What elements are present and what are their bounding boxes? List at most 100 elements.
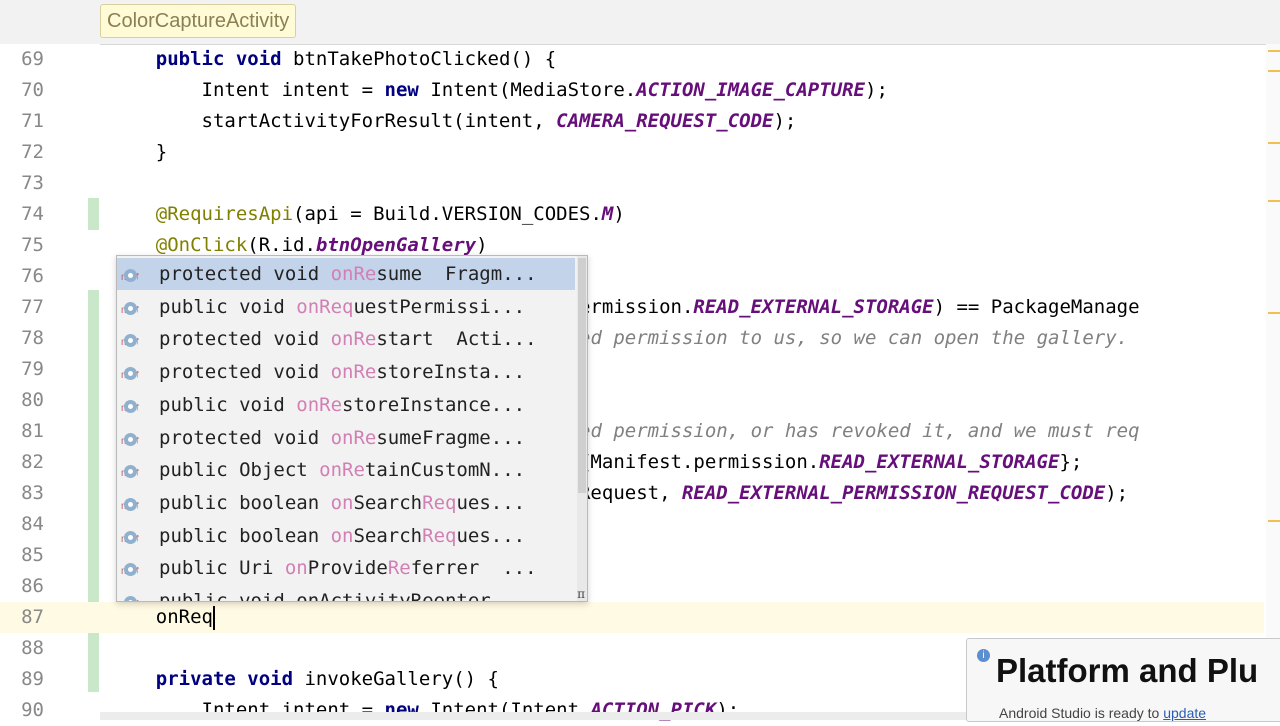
completion-token: sume Fragm... <box>376 263 537 285</box>
code-token: (api = Build.VERSION_CODES. <box>293 203 602 225</box>
code-token: invokeGallery() { <box>304 668 499 690</box>
completion-label: public boolean onSearchReques... <box>159 487 525 519</box>
code-text[interactable]: Intent intent = new Intent(MediaStore.AC… <box>110 75 888 106</box>
completion-token: ferrer ... <box>410 557 537 580</box>
line-number: 83 <box>21 482 44 504</box>
breadcrumb-class[interactable]: ColorCaptureActivity <box>100 4 297 38</box>
method-override-icon: m↑ <box>121 397 141 415</box>
code-line[interactable]: 72 } <box>0 137 1264 168</box>
completion-item[interactable]: m↑ protected void onResumeFragme... <box>117 422 575 454</box>
code-token: ) == PackageManage <box>933 296 1140 318</box>
line-number: 75 <box>21 234 44 256</box>
completion-item[interactable]: m↑ protected void onRestoreInsta... <box>117 356 575 388</box>
completion-item[interactable]: m↑ protected void onRestart Acti... <box>117 323 575 355</box>
code-text[interactable]: public void btnTakePhotoClicked() { <box>110 44 556 75</box>
completion-token: sumeFragme... <box>376 426 526 449</box>
line-number: 69 <box>21 48 44 70</box>
completion-token: public Object <box>159 459 320 482</box>
code-line[interactable]: 70 Intent intent = new Intent(MediaStore… <box>0 75 1264 106</box>
line-number: 85 <box>21 544 44 566</box>
completion-token: protected void <box>159 361 331 384</box>
completion-item[interactable]: m↑ protected void onResume Fragm... <box>117 258 575 290</box>
code-text[interactable]: @RequiresApi(api = Build.VERSION_CODES.M… <box>110 199 625 230</box>
line-number: 84 <box>21 513 44 535</box>
stripe-mark[interactable] <box>1268 520 1280 522</box>
completion-token: onRe <box>319 459 365 482</box>
stripe-mark[interactable] <box>1268 70 1280 72</box>
code-completion-popup[interactable]: m↑protected void onResume Fragm...m↑publ… <box>116 255 588 602</box>
completion-token: start Acti... <box>376 328 537 351</box>
code-line[interactable]: 74 @RequiresApi(api = Build.VERSION_CODE… <box>0 199 1264 230</box>
completion-token: onRe <box>330 263 377 285</box>
completion-token: ues... <box>456 491 526 514</box>
completion-token: uestPermissi... <box>353 295 526 318</box>
pi-icon[interactable]: π <box>577 587 585 601</box>
completion-token: storeInstance... <box>342 393 526 416</box>
code-line[interactable]: 69 public void btnTakePhotoClicked() { <box>0 44 1264 75</box>
completion-token: onRe <box>330 426 377 449</box>
line-number: 74 <box>21 203 44 225</box>
stripe-mark[interactable] <box>1268 312 1280 314</box>
completion-token: onRe <box>296 393 343 416</box>
code-token: ) <box>476 234 488 256</box>
line-number: 77 <box>21 296 44 318</box>
code-token: btnOpenGallery <box>315 234 477 256</box>
code-token: ACTION_IMAGE_CAPTURE <box>636 79 865 101</box>
popup-scrollbar-thumb[interactable] <box>578 258 586 493</box>
line-number: 82 <box>21 451 44 473</box>
completion-token: tainCustomN... <box>364 459 526 482</box>
completion-item[interactable]: m↑ public boolean onSearchReques... <box>117 487 575 519</box>
code-token: READ_EXTERNAL_PERMISSION_REQUEST_CODE <box>681 482 1106 504</box>
stripe-mark[interactable] <box>1268 200 1280 202</box>
code-token: }; <box>1059 451 1083 473</box>
line-number: 80 <box>21 389 44 411</box>
completion-label: public void onRequestPermissi... <box>159 291 525 323</box>
stripe-mark[interactable] <box>1268 142 1280 144</box>
completion-item[interactable]: m↑ public boolean onSearchReques... <box>117 520 575 552</box>
update-link[interactable]: update <box>1163 705 1206 721</box>
error-stripe[interactable] <box>1266 44 1280 720</box>
code-token: new <box>384 79 431 101</box>
code-token: READ_EXTERNAL_STORAGE <box>693 296 934 318</box>
stripe-mark[interactable] <box>1268 50 1280 52</box>
code-token: Intent intent = <box>110 79 385 101</box>
completion-item[interactable]: m↑ public void onActivityReenter <box>117 585 575 602</box>
line-number: 79 <box>21 358 44 380</box>
completion-token: Req <box>422 491 457 514</box>
completion-item[interactable]: m↑ public void onRestoreInstance... <box>117 389 575 421</box>
code-line[interactable]: 73 <box>0 168 1264 199</box>
completion-token: public Uri <box>159 557 285 580</box>
completion-label: public Object onRetainCustomN... <box>159 454 525 486</box>
completion-token: public void <box>159 295 297 318</box>
popup-scrollbar-track[interactable] <box>577 256 587 601</box>
notification-body: Android Studio is ready to update <box>999 705 1206 721</box>
completion-label: protected void onRestart Acti... <box>159 323 537 355</box>
line-number: 86 <box>21 575 44 597</box>
code-text[interactable]: } <box>110 137 167 168</box>
method-override-icon: m↑ <box>121 462 141 480</box>
completion-item[interactable]: m↑ public Uri onProvideReferrer ... <box>117 552 575 584</box>
code-text[interactable]: startActivityForResult(intent, CAMERA_RE… <box>110 106 797 137</box>
code-text[interactable]: Intent intent = new Intent(Intent.ACTION… <box>110 695 740 726</box>
code-text[interactable]: private void invokeGallery() { <box>110 664 499 695</box>
completion-token: on <box>330 491 354 514</box>
completion-label: public void onRestoreInstance... <box>159 389 525 421</box>
completion-item[interactable]: m↑ public Object onRetainCustomN... <box>117 454 575 486</box>
completion-token: Re <box>387 557 411 580</box>
update-notification[interactable]: i Platform and Plu Android Studio is rea… <box>966 638 1280 722</box>
completion-token: public void <box>159 590 297 602</box>
completion-label: public void onActivityReenter <box>159 585 491 602</box>
completion-token: public void <box>159 393 297 416</box>
code-text[interactable]: onReq <box>110 602 215 633</box>
code-token: onReq <box>110 606 213 628</box>
code-token: public void <box>155 48 294 70</box>
completion-token: protected void <box>159 426 331 449</box>
completion-item[interactable]: m↑ public void onRequestPermissi... <box>117 291 575 323</box>
line-number: 81 <box>21 420 44 442</box>
code-line[interactable]: 71 startActivityForResult(intent, CAMERA… <box>0 106 1264 137</box>
code-line[interactable]: 87 onReq <box>0 602 1264 633</box>
